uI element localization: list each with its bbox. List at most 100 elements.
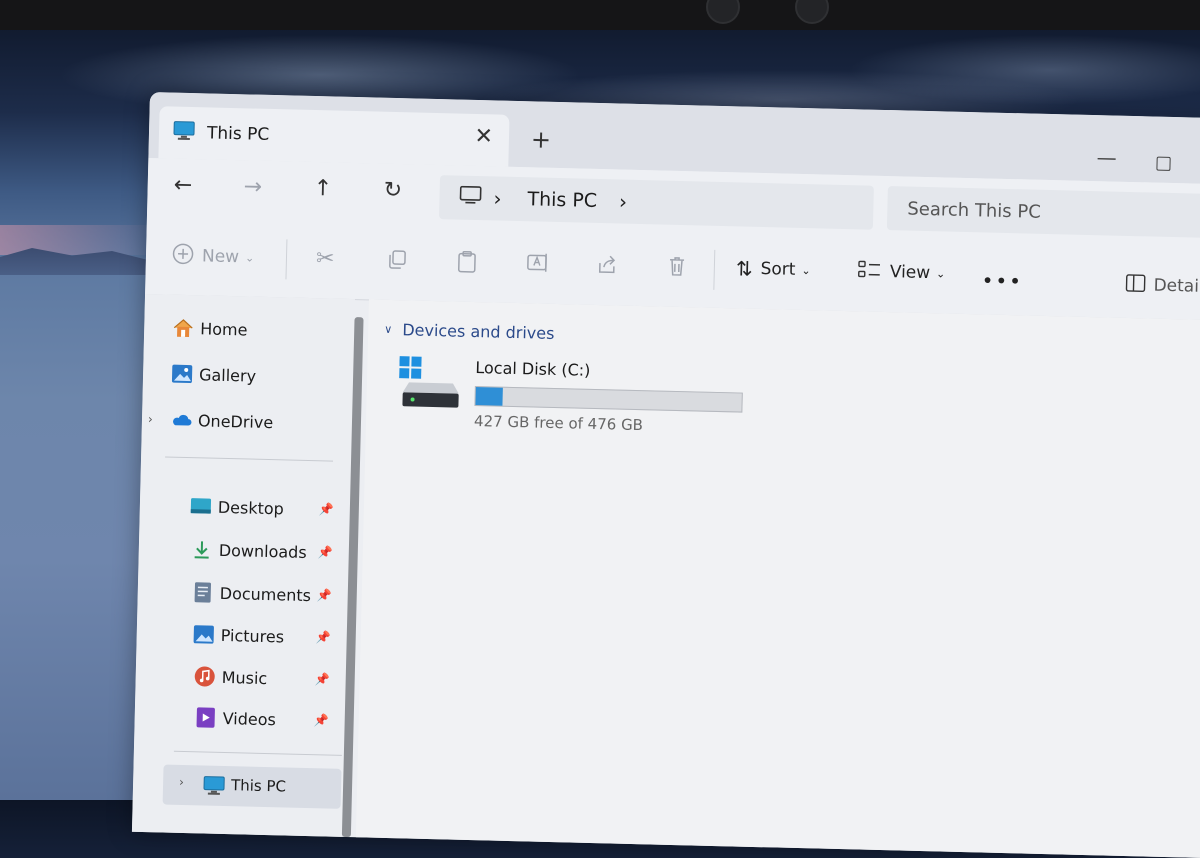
chevron-down-icon: ⌄ [935, 266, 946, 280]
music-icon [193, 665, 216, 688]
chevron-down-icon: ∨ [384, 322, 393, 336]
desktop-icon [190, 495, 213, 518]
view-list-icon [858, 259, 883, 284]
details-label: Details [1153, 275, 1200, 298]
pictures-icon [192, 623, 215, 646]
view-label: View [889, 262, 931, 284]
refresh-icon[interactable]: ↻ [383, 178, 402, 203]
sidebar-item-label: OneDrive [197, 410, 274, 432]
scissors-icon: ✂ [315, 246, 335, 272]
rename-button[interactable] [526, 251, 551, 278]
sidebar-item-gallery[interactable]: Gallery [171, 363, 341, 389]
sidebar-item-label: Home [200, 318, 248, 339]
camera-sensor-icon [795, 0, 829, 24]
sort-label: Sort [760, 258, 796, 280]
videos-icon [194, 706, 217, 729]
delete-button[interactable] [666, 255, 689, 282]
details-pane-button[interactable]: Details [1125, 274, 1200, 298]
sidebar-item-documents[interactable]: Documents 📌 [192, 581, 338, 607]
sidebar-divider [165, 456, 334, 462]
sidebar-item-label: Gallery [198, 364, 257, 386]
chevron-right-icon[interactable]: › [619, 189, 628, 213]
sidebar-item-downloads[interactable]: Downloads 📌 [191, 538, 339, 564]
camera-lens-icon [706, 0, 740, 24]
file-explorer-window: This PC ✕ + — ← → ↑ ↻ › This PC › Search… [131, 92, 1200, 858]
details-pane-icon [1125, 274, 1146, 296]
tab-title: This PC [206, 123, 270, 145]
sidebar-divider [173, 750, 342, 756]
toolbar-divider [713, 249, 716, 290]
pc-icon [173, 121, 196, 146]
up-arrow-icon[interactable]: ↑ [313, 176, 332, 201]
pin-icon[interactable]: 📌 [317, 588, 332, 602]
sidebar-item-pictures[interactable]: Pictures 📌 [192, 623, 336, 649]
clipboard-icon [456, 250, 479, 279]
more-options-button[interactable]: ••• [981, 268, 1023, 293]
downloads-icon [191, 538, 214, 561]
chevron-right-icon[interactable]: › [179, 775, 184, 789]
chevron-down-icon: ⌄ [244, 250, 255, 265]
sidebar-item-label: Desktop [217, 497, 285, 518]
drive-usage-bar [474, 386, 743, 413]
pin-icon[interactable]: 📌 [315, 672, 330, 686]
sidebar-item-videos[interactable]: Videos 📌 [194, 706, 334, 731]
navigation-pane: Home Gallery › OneDrive Desktop 📌 Downlo… [131, 293, 364, 839]
sidebar-item-label: Videos [222, 708, 277, 729]
plus-circle-icon [172, 243, 195, 270]
maximize-icon[interactable] [1156, 156, 1171, 171]
pin-icon[interactable]: 📌 [319, 502, 334, 516]
pin-icon[interactable]: 📌 [316, 630, 331, 644]
chevron-down-icon: ⌄ [801, 263, 811, 277]
cut-button[interactable]: ✂ [316, 246, 335, 271]
pin-icon[interactable]: 📌 [314, 713, 329, 727]
back-arrow-icon[interactable]: ← [173, 173, 192, 198]
chevron-right-icon[interactable]: › [148, 412, 153, 426]
sidebar-item-label: Documents [219, 583, 312, 605]
forward-arrow-icon[interactable]: → [243, 174, 262, 199]
sidebar-item-label: This PC [230, 776, 287, 796]
sidebar-item-music[interactable]: Music 📌 [193, 665, 335, 690]
address-bar[interactable]: › This PC › [438, 175, 874, 230]
sort-arrows-icon: ⇅ [735, 256, 753, 281]
documents-icon [192, 581, 215, 604]
minimize-icon[interactable]: — [1096, 145, 1117, 169]
drive-free-space: 427 GB free of 476 GB [473, 412, 644, 435]
share-button[interactable] [596, 253, 619, 280]
pc-icon [203, 776, 226, 801]
sidebar-item-label: Pictures [220, 625, 285, 646]
new-tab-button[interactable]: + [531, 125, 552, 153]
sidebar-item-desktop[interactable]: Desktop 📌 [190, 495, 340, 521]
sidebar-item-onedrive[interactable]: › OneDrive [148, 409, 340, 435]
gallery-icon [171, 363, 194, 386]
drive-name: Local Disk (C:) [475, 358, 591, 380]
hard-drive-icon [398, 354, 463, 416]
share-icon [596, 253, 619, 280]
view-button[interactable]: View ⌄ [858, 259, 946, 285]
copy-icon [386, 248, 409, 275]
sidebar-item-this-pc[interactable]: › This PC [162, 764, 342, 809]
content-pane: ∨ Devices and drives Local Disk (C:) 427… [355, 299, 1200, 858]
sort-button[interactable]: ⇅ Sort ⌄ [736, 256, 811, 282]
drive-usage-fill [475, 387, 504, 406]
toolbar-divider [285, 239, 288, 280]
new-button[interactable]: New ⌄ [172, 243, 255, 271]
drive-item-local-disk[interactable]: Local Disk (C:) 427 GB free of 476 GB [398, 354, 760, 443]
trash-icon [666, 255, 689, 282]
sidebar-item-home[interactable]: Home [172, 317, 342, 343]
chevron-right-icon: › [493, 186, 502, 211]
pin-icon[interactable]: 📌 [318, 545, 333, 559]
search-box[interactable]: Search This PC [886, 186, 1200, 239]
sidebar-item-label: Music [221, 667, 268, 688]
search-input[interactable]: Search This PC [907, 198, 1041, 222]
new-label: New [201, 246, 240, 268]
section-title: Devices and drives [402, 320, 555, 343]
home-icon [172, 317, 195, 340]
breadcrumb-this-pc[interactable]: This PC [527, 188, 597, 212]
rename-icon [526, 251, 551, 278]
copy-button[interactable] [386, 248, 409, 275]
section-header-devices[interactable]: ∨ Devices and drives [384, 320, 555, 343]
paste-button[interactable] [456, 250, 479, 279]
sidebar-item-label: Downloads [218, 540, 307, 562]
close-tab-icon[interactable]: ✕ [474, 124, 493, 149]
tab-this-pc[interactable]: This PC ✕ [158, 106, 510, 167]
